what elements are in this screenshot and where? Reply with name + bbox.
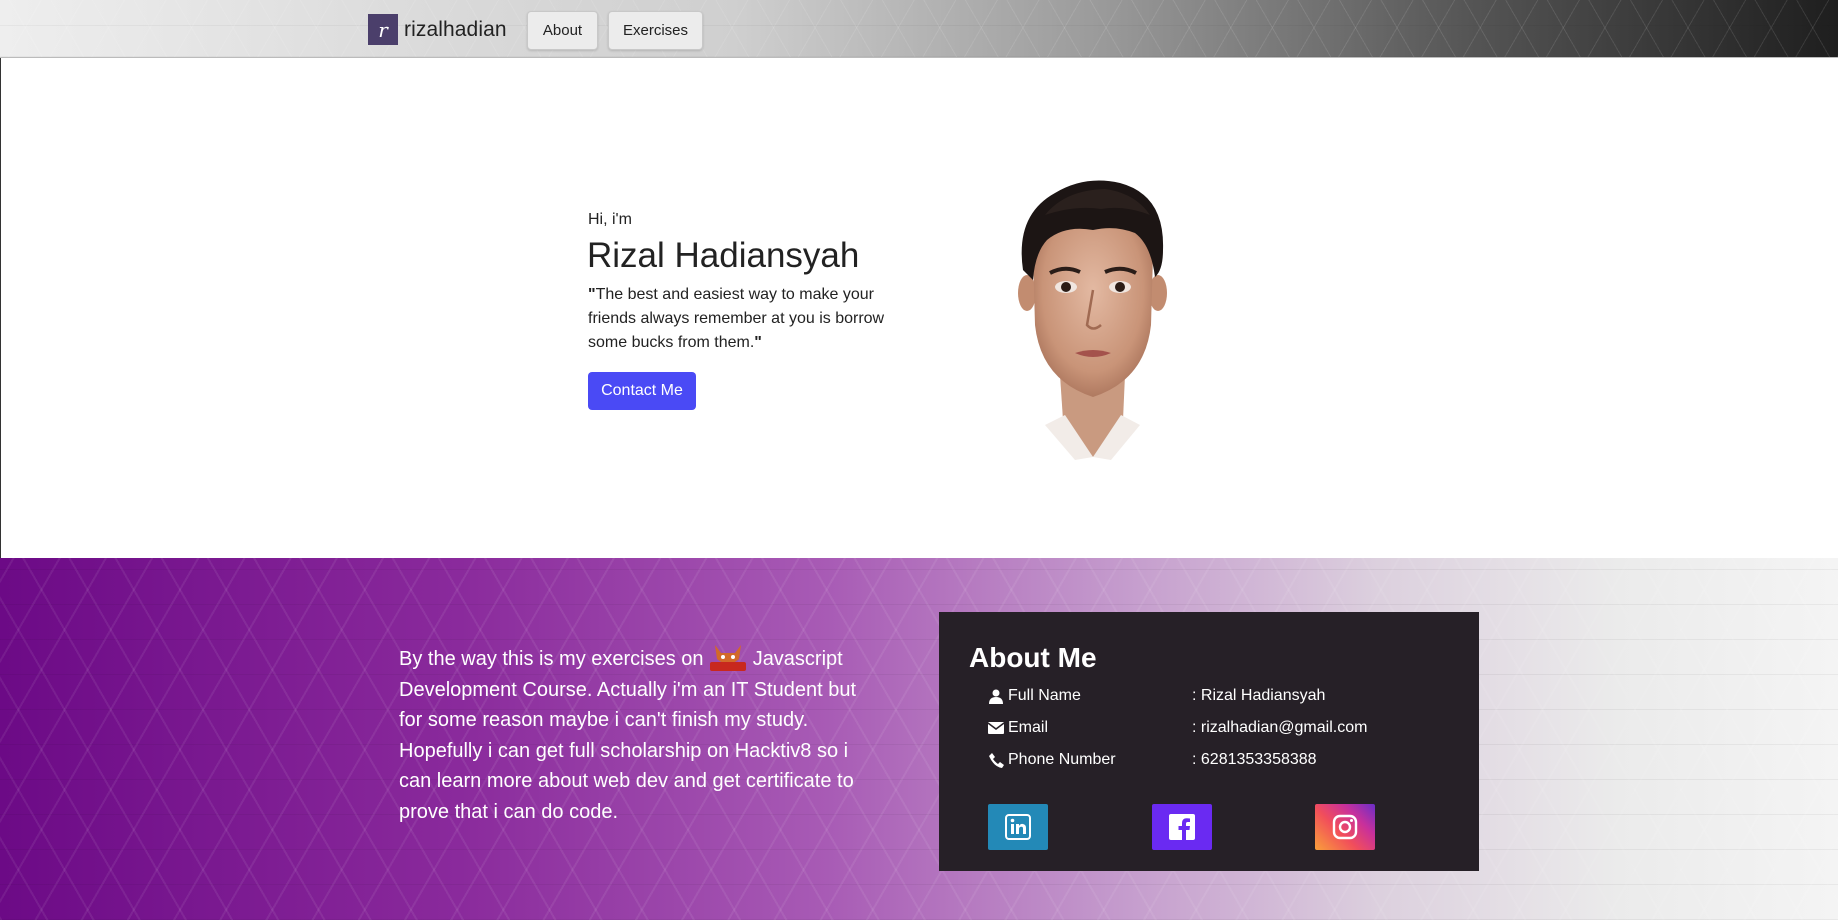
linkedin-icon bbox=[1005, 814, 1031, 840]
about-me-title: About Me bbox=[969, 642, 1097, 673]
facebook-button[interactable] bbox=[1152, 804, 1212, 850]
nav-exercises-button[interactable]: Exercises bbox=[608, 11, 703, 50]
email-label-text: Email bbox=[1008, 719, 1049, 736]
about-section-texture bbox=[0, 558, 1838, 920]
nav-about-button[interactable]: About bbox=[527, 11, 598, 50]
navbar bbox=[0, 0, 1838, 58]
email-value[interactable]: : rizalhadian@gmail.com bbox=[1192, 717, 1367, 739]
hero-name: Rizal Hadiansyah bbox=[587, 236, 860, 275]
envelope-icon bbox=[988, 720, 1004, 736]
brand-text: rizalhadian bbox=[404, 17, 507, 41]
phone-label-text: Phone Number bbox=[1008, 751, 1116, 768]
instagram-button[interactable] bbox=[1315, 804, 1375, 850]
email-label: Email bbox=[988, 717, 1048, 739]
full-name-label-text: Full Name bbox=[1008, 687, 1081, 704]
quote-text: The best and easiest way to make your fr… bbox=[588, 286, 885, 351]
hero-greeting: Hi, i'm bbox=[588, 211, 632, 228]
brand[interactable]: r rizalhadian bbox=[368, 14, 507, 45]
linkedin-button[interactable] bbox=[988, 804, 1048, 850]
phone-label: Phone Number bbox=[988, 749, 1116, 771]
about-text-before: By the way this is my exercises on bbox=[399, 648, 704, 670]
quote-open-mark: " bbox=[588, 286, 596, 303]
phone-value: : 6281353358388 bbox=[1192, 751, 1317, 768]
about-description: By the way this is my exercises on Javas… bbox=[399, 643, 869, 827]
facebook-icon bbox=[1169, 814, 1195, 840]
instagram-icon bbox=[1332, 814, 1358, 840]
page-border bbox=[0, 58, 1, 558]
hero-quote: "The best and easiest way to make your f… bbox=[588, 283, 898, 355]
full-name-value: : Rizal Hadiansyah bbox=[1192, 687, 1326, 704]
contact-me-button[interactable]: Contact Me bbox=[588, 372, 696, 410]
hacktiv8-logo-icon bbox=[709, 643, 747, 673]
about-text-after: Javascript Development Course. Actually … bbox=[399, 648, 857, 823]
about-section bbox=[0, 558, 1838, 920]
navbar-texture bbox=[0, 0, 1838, 57]
user-icon bbox=[988, 688, 1004, 704]
phone-icon bbox=[988, 752, 1004, 768]
quote-close-mark: " bbox=[754, 334, 762, 351]
brand-logo-icon: r bbox=[368, 14, 398, 45]
profile-photo bbox=[1018, 180, 1167, 460]
full-name-label: Full Name bbox=[988, 685, 1081, 707]
